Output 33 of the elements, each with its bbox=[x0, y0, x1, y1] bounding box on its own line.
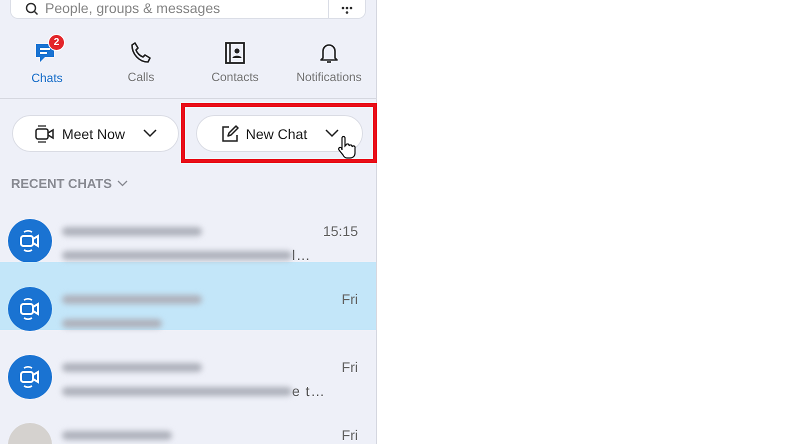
chevron-down-icon bbox=[143, 129, 158, 138]
chat-time: 15:15 bbox=[322, 223, 358, 239]
unread-badge: 2 bbox=[48, 34, 65, 50]
chat-time: Fri bbox=[342, 291, 358, 307]
section-heading: RECENT CHATS bbox=[11, 176, 112, 190]
nav-tab[interactable]: Notifications bbox=[282, 20, 376, 98]
meeting-avatar bbox=[8, 355, 52, 399]
meeting-avatar bbox=[8, 219, 52, 263]
search-icon bbox=[25, 2, 39, 16]
message-preview: l… bbox=[292, 247, 312, 263]
contact-book-icon bbox=[223, 40, 247, 64]
hand-cursor-icon bbox=[336, 135, 358, 159]
message-preview: e t… bbox=[292, 383, 326, 399]
chevron-down-icon[interactable] bbox=[116, 180, 128, 186]
nav-tab[interactable]: 2 Chats bbox=[0, 20, 94, 98]
nav-tab[interactable]: Contacts bbox=[188, 20, 282, 98]
chevron-down-icon bbox=[325, 129, 340, 138]
chat-time: Fri bbox=[342, 359, 358, 375]
chat-list-item[interactable]: l… 15:15 bbox=[0, 194, 376, 262]
compose-icon bbox=[220, 124, 240, 144]
video-camera-icon bbox=[34, 124, 56, 144]
new-chat-button[interactable]: New Chat bbox=[196, 115, 363, 152]
chat-list-item[interactable]: Fri bbox=[0, 262, 376, 330]
chat-list-item[interactable]: e t… Fri bbox=[0, 330, 376, 398]
meeting-avatar bbox=[8, 287, 52, 331]
nav-tab[interactable]: Calls bbox=[94, 20, 188, 98]
dial-pad-icon[interactable] bbox=[341, 6, 353, 14]
search-field[interactable]: People, groups & messages bbox=[10, 0, 366, 19]
phone-icon bbox=[129, 40, 153, 64]
chat-list-item[interactable]: Fri bbox=[0, 398, 376, 444]
chat-time: Fri bbox=[342, 427, 358, 443]
meet-now-button[interactable]: Meet Now bbox=[12, 115, 179, 152]
search-placeholder: People, groups & messages bbox=[45, 0, 220, 16]
